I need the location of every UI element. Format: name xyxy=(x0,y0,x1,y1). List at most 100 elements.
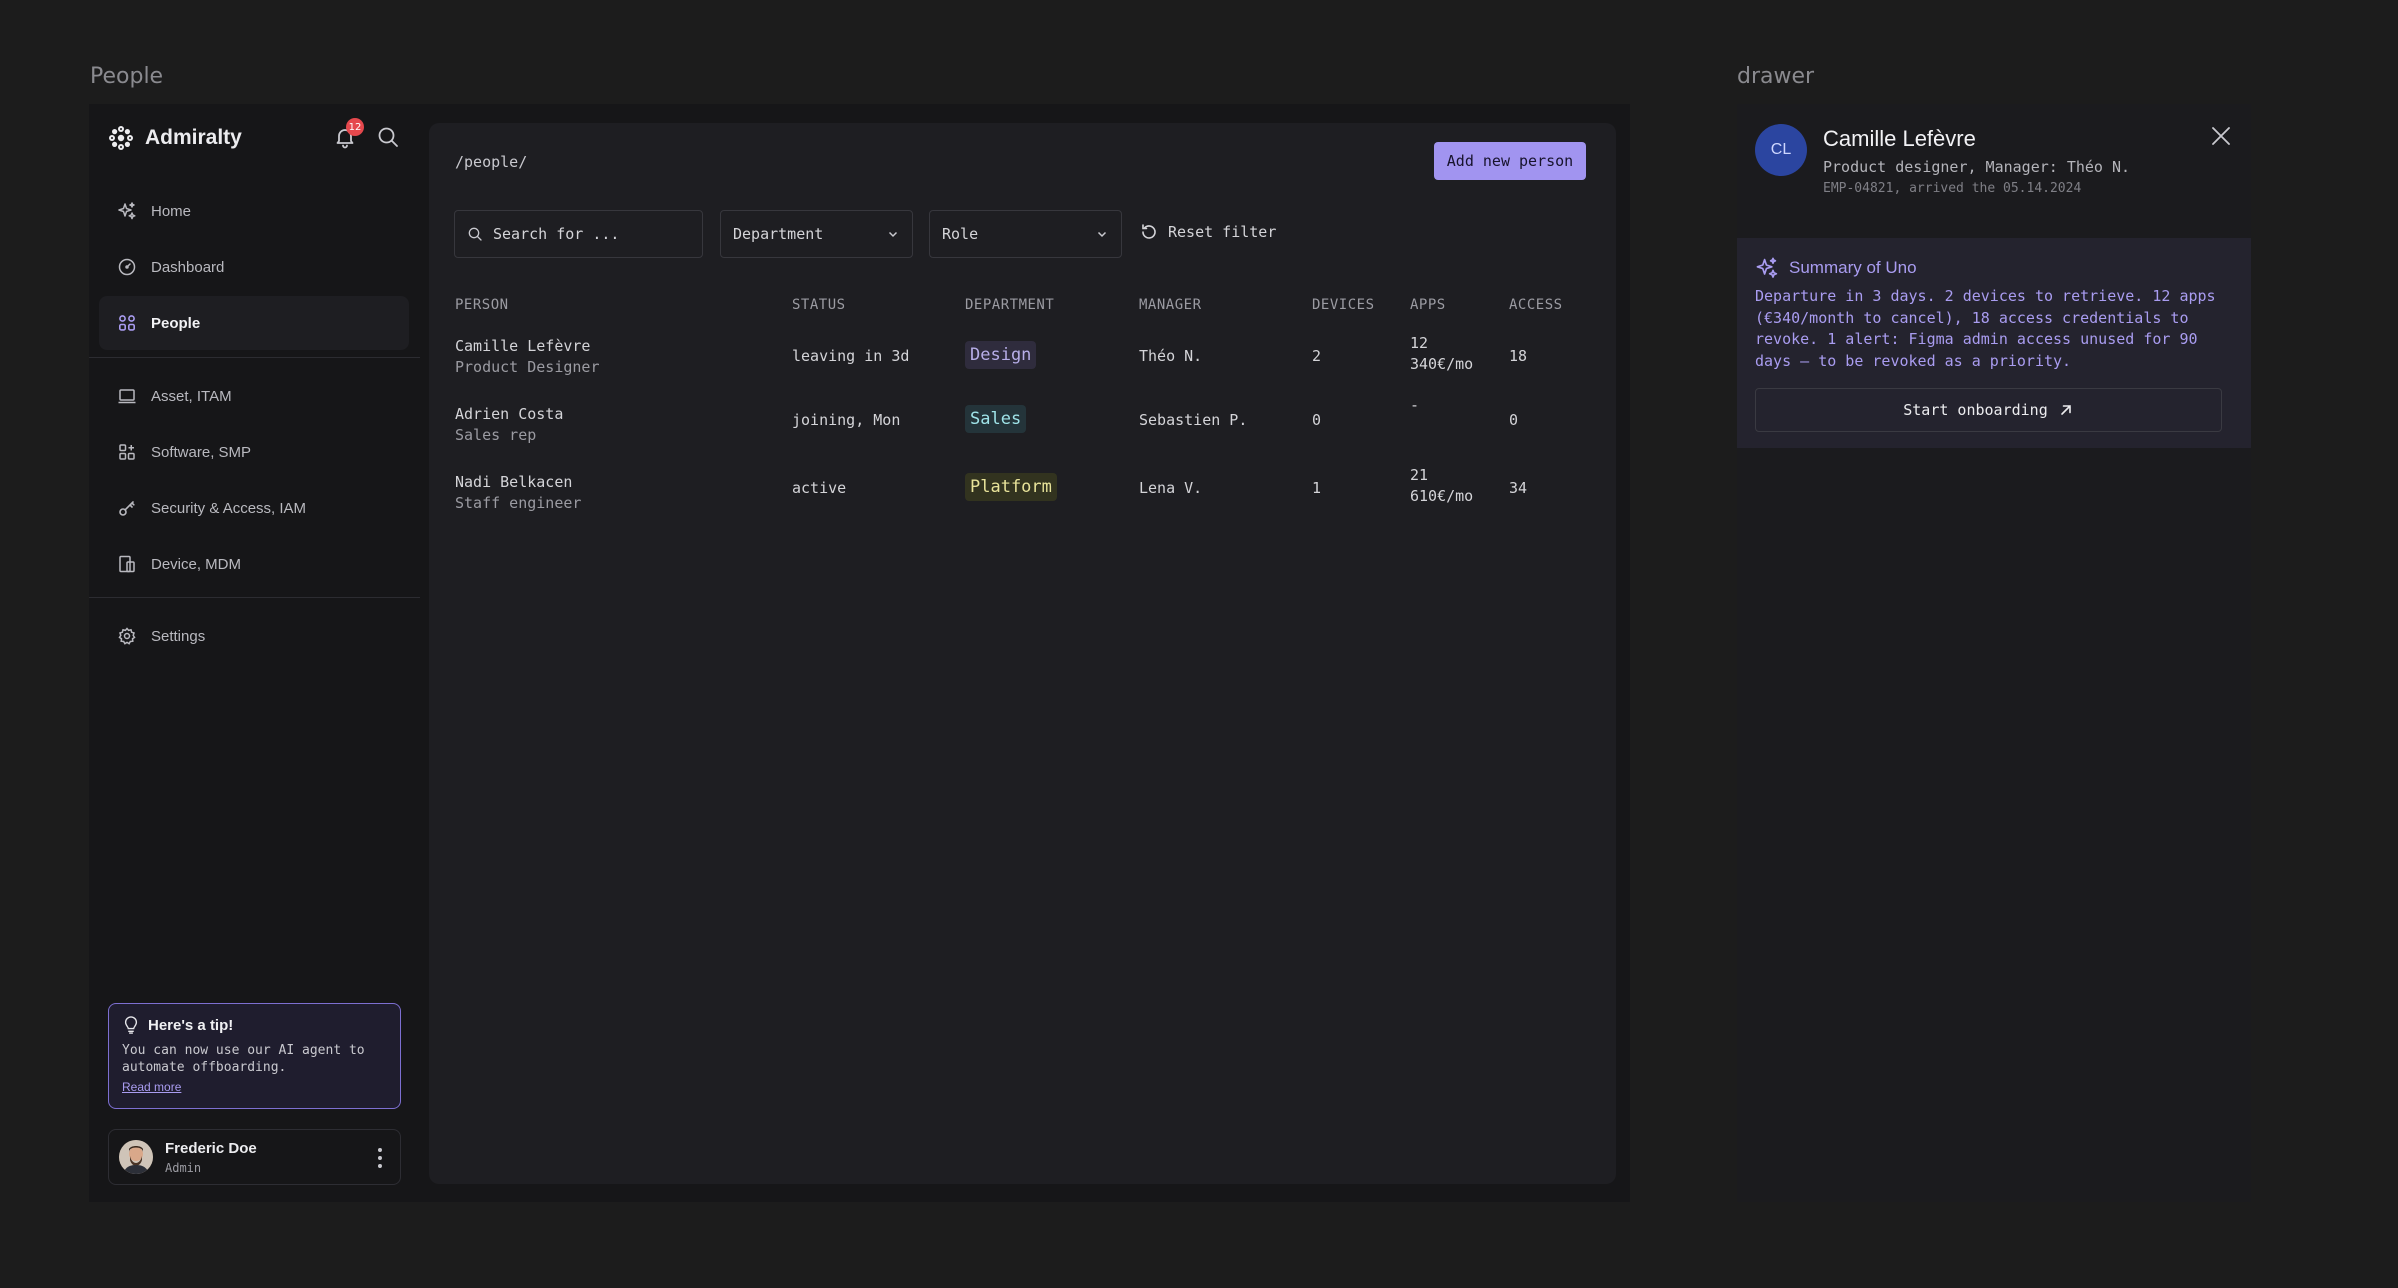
devices-count: 0 xyxy=(1312,411,1322,429)
arrow-up-right-icon xyxy=(2060,405,2071,415)
brand-name: Admiralty xyxy=(145,126,242,149)
app-window: Admiralty 12 Home Dashboard People Asset… xyxy=(89,104,1630,1202)
avatar xyxy=(119,1140,153,1174)
ai-summary-panel: Summary of Uno Departure in 3 days. 2 de… xyxy=(1737,238,2251,448)
drawer-person-name: Camille Lefèvre xyxy=(1823,126,1976,151)
user-name: Frederic Doe xyxy=(165,1139,257,1157)
person-drawer: CL Camille Lefèvre Product designer, Man… xyxy=(1737,104,2251,1202)
gear-icon xyxy=(118,627,136,645)
status-text: active xyxy=(792,479,847,497)
department-badge: Design xyxy=(965,341,1037,369)
chevron-down-icon xyxy=(1097,231,1107,238)
tip-title: Here's a tip! xyxy=(148,1016,234,1034)
add-person-button[interactable]: Add new person xyxy=(1434,142,1586,180)
main-content: /people/ Add new person Search for ... D… xyxy=(429,123,1616,1184)
drawer-person-meta: EMP-04821, arrived the 05.14.2024 xyxy=(1823,181,2082,196)
sidebar-item-label: Device, MDM xyxy=(151,555,242,573)
apps-count: 12 xyxy=(1410,334,1429,352)
breadcrumb[interactable]: /people/ xyxy=(455,153,527,171)
close-icon[interactable] xyxy=(2209,124,2233,148)
role-select[interactable]: Role xyxy=(929,210,1122,258)
people-grid-icon xyxy=(118,315,136,331)
sidebar-item-dashboard[interactable]: Dashboard xyxy=(99,240,409,294)
sidebar-item-security[interactable]: Security & Access, IAM xyxy=(99,481,409,535)
manager-name: Théo N. xyxy=(1139,347,1203,365)
sidebar-item-label: Home xyxy=(151,202,192,220)
column-header-status[interactable]: STATUS xyxy=(792,297,846,313)
more-options-icon[interactable] xyxy=(374,1146,386,1170)
laptop-icon xyxy=(118,389,136,404)
access-count: 18 xyxy=(1509,347,1528,365)
status-text: joining, Mon xyxy=(792,411,901,429)
tip-card: Here's a tip! You can now use our AI age… xyxy=(108,1003,401,1109)
summary-title: Summary of Uno xyxy=(1789,258,1917,277)
devices-count: 1 xyxy=(1312,479,1322,497)
apps-cost: 340€/mo xyxy=(1410,355,1474,373)
device-icon xyxy=(119,555,135,573)
devices-count: 2 xyxy=(1312,347,1322,365)
sidebar-item-label: Dashboard xyxy=(151,258,225,276)
admiralty-logo-icon xyxy=(109,126,133,150)
column-header-department[interactable]: DEPARTMENT xyxy=(965,297,1054,313)
access-count: 0 xyxy=(1509,411,1519,429)
person-title: Sales rep xyxy=(455,426,537,444)
sparkle-icon xyxy=(118,202,136,220)
sidebar-item-label: Settings xyxy=(151,627,206,645)
sidebar: Admiralty 12 Home Dashboard People Asset… xyxy=(89,104,420,1202)
department-select-label: Department xyxy=(733,225,824,243)
table-row[interactable]: Adrien Costa Sales rep joining, Mon Sale… xyxy=(429,396,1616,465)
search-placeholder: Search for ... xyxy=(493,225,620,243)
apps-cost: 610€/mo xyxy=(1410,487,1474,505)
sidebar-item-asset[interactable]: Asset, ITAM xyxy=(99,369,409,423)
person-name: Nadi Belkacen xyxy=(455,473,573,491)
status-text: leaving in 3d xyxy=(792,347,910,365)
frame-label-drawer: drawer xyxy=(1737,64,1815,89)
sidebar-item-label: Asset, ITAM xyxy=(151,387,232,405)
start-onboarding-label: Start onboarding xyxy=(1903,401,2048,419)
drawer-person-role: Product designer, Manager: Théo N. xyxy=(1823,158,2131,176)
department-badge: Sales xyxy=(965,405,1027,433)
sidebar-item-software[interactable]: Software, SMP xyxy=(99,425,409,479)
column-header-person[interactable]: PERSON xyxy=(455,297,509,313)
column-header-devices[interactable]: DEVICES xyxy=(1312,297,1375,313)
lightbulb-icon xyxy=(124,1016,138,1034)
sidebar-item-people[interactable]: People xyxy=(99,296,409,350)
tip-body: You can now use our AI agent to automate… xyxy=(122,1043,365,1075)
apps-count: - xyxy=(1410,396,1420,414)
person-name: Camille Lefèvre xyxy=(455,337,591,355)
person-title: Product Designer xyxy=(455,358,600,376)
manager-name: Sebastien P. xyxy=(1139,411,1248,429)
sidebar-item-label: People xyxy=(151,314,201,332)
search-input[interactable]: Search for ... xyxy=(454,210,703,258)
key-icon xyxy=(119,501,135,516)
sidebar-item-settings[interactable]: Settings xyxy=(99,609,409,663)
user-role: Admin xyxy=(165,1160,202,1175)
sidebar-item-home[interactable]: Home xyxy=(99,184,409,238)
table-row[interactable]: Nadi Belkacen Staff engineer active Plat… xyxy=(429,466,1616,533)
column-header-manager[interactable]: MANAGER xyxy=(1139,297,1202,313)
role-select-label: Role xyxy=(942,225,979,243)
sidebar-divider xyxy=(89,597,420,598)
column-header-access[interactable]: ACCESS xyxy=(1509,297,1563,313)
table-row[interactable]: Camille Lefèvre Product Designer leaving… xyxy=(429,333,1616,397)
department-select[interactable]: Department xyxy=(720,210,913,258)
search-button[interactable] xyxy=(373,122,403,152)
tip-read-more-link[interactable]: Read more xyxy=(122,1080,181,1094)
notification-badge: 12 xyxy=(346,118,364,136)
avatar: CL xyxy=(1755,124,1807,176)
sidebar-item-device[interactable]: Device, MDM xyxy=(99,537,409,591)
search-icon xyxy=(468,227,482,241)
brand[interactable]: Admiralty xyxy=(107,122,242,154)
search-icon xyxy=(378,127,398,147)
reset-filter-button[interactable]: Reset filter xyxy=(1139,222,1276,242)
apps-icon xyxy=(119,444,135,460)
column-header-apps[interactable]: APPS xyxy=(1410,297,1446,313)
sparkle-icon xyxy=(1756,257,1778,278)
user-card[interactable]: Frederic Doe Admin xyxy=(108,1129,401,1185)
reset-filter-label: Reset filter xyxy=(1168,223,1277,241)
start-onboarding-button[interactable]: Start onboarding xyxy=(1755,388,2222,432)
summary-text: Departure in 3 days. 2 devices to retrie… xyxy=(1755,287,2216,370)
reset-icon xyxy=(1142,224,1156,239)
access-count: 34 xyxy=(1509,479,1528,497)
sidebar-divider xyxy=(89,357,420,358)
